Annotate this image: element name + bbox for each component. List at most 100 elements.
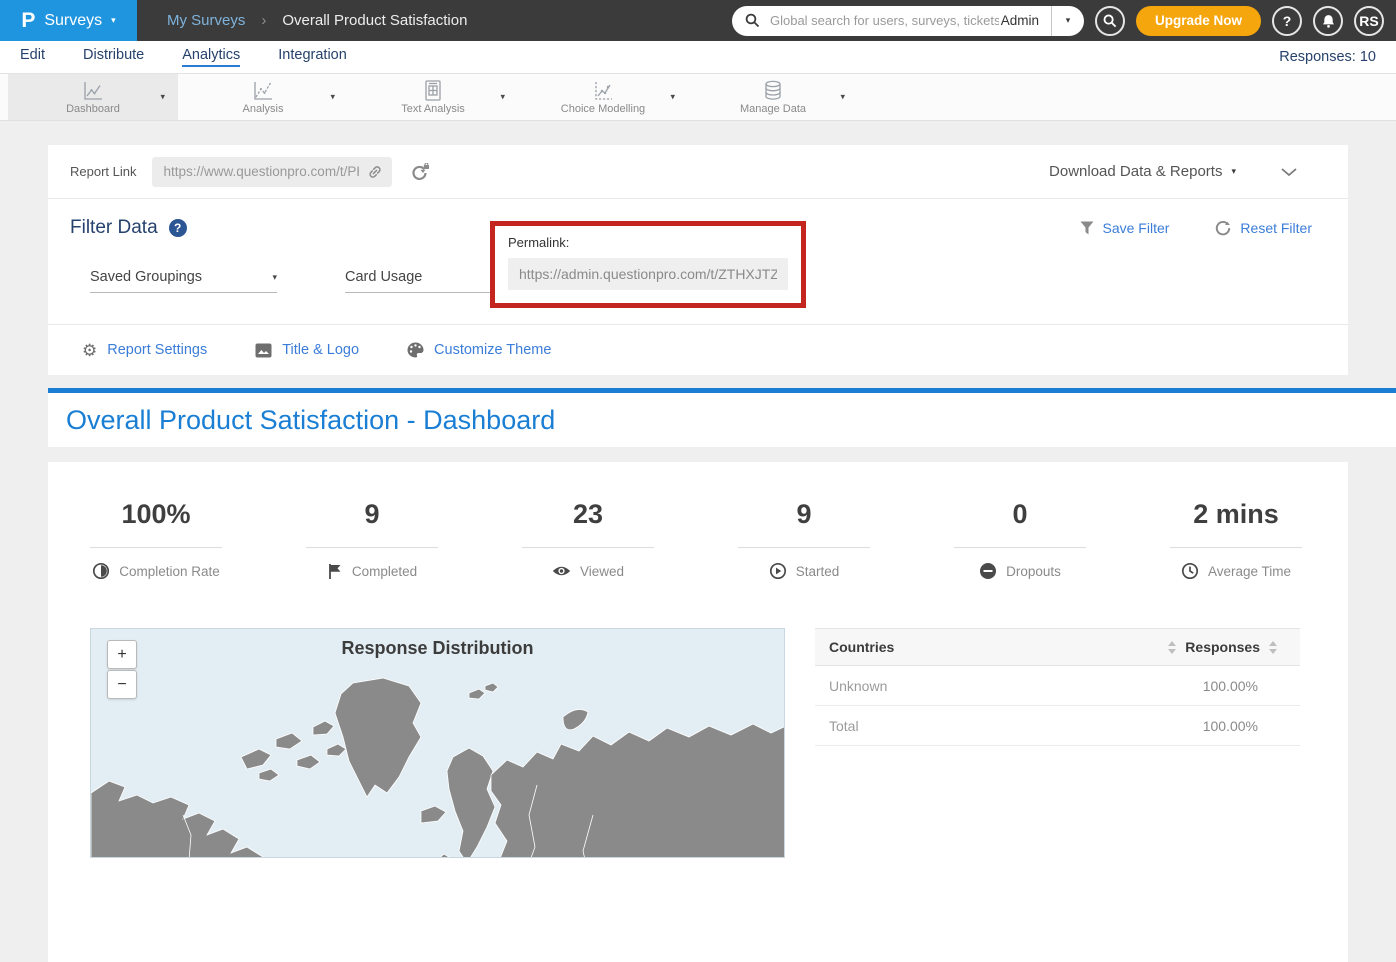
report-customize-row: ⚙ Report Settings Title & Logo Cust <box>48 325 1348 375</box>
map-zoom-out-button[interactable]: − <box>107 670 137 699</box>
questionpro-logo-icon: P <box>21 10 35 31</box>
breadcrumb-current-survey: Overall Product Satisfaction <box>282 12 467 29</box>
report-link-input[interactable] <box>161 163 361 180</box>
tab-dashboard[interactable]: Dashboard ▾ <box>8 74 178 120</box>
breadcrumb: My Surveys › Overall Product Satisfactio… <box>167 12 467 29</box>
tab-caret-icon[interactable]: ▾ <box>670 92 675 103</box>
user-avatar[interactable]: RS <box>1354 6 1384 36</box>
countries-column-header[interactable]: Countries <box>829 639 894 655</box>
report-link-row: Report Link <box>48 145 1348 199</box>
nav-item-integration[interactable]: Integration <box>278 47 347 67</box>
question-icon: ? <box>1283 13 1292 29</box>
tab-analysis[interactable]: Analysis ▾ <box>178 74 348 120</box>
stat-started: 9 Started <box>696 494 912 581</box>
tab-manage-data[interactable]: Manage Data ▾ <box>688 74 858 120</box>
flag-icon <box>327 563 343 580</box>
completion-rate-icon <box>92 562 110 580</box>
stat-completion-rate: 100% Completion Rate <box>48 494 264 581</box>
stat-value: 9 <box>364 494 379 534</box>
tab-choice-modelling[interactable]: Choice Modelling ▾ <box>518 74 688 120</box>
collapse-panel-button[interactable] <box>1280 167 1298 177</box>
dashboard-card: 100% Completion Rate 9 <box>48 462 1348 962</box>
tab-text-analysis[interactable]: Text Analysis ▾ <box>348 74 518 120</box>
reset-filter-button[interactable]: Reset Filter <box>1215 220 1312 236</box>
dashboard-title-band: Overall Product Satisfaction - Dashboard <box>48 393 1396 447</box>
document-grid-icon <box>423 80 443 102</box>
stat-completed: 9 Completed <box>264 494 480 581</box>
sort-countries-icon[interactable] <box>1168 641 1176 654</box>
eye-icon <box>552 564 571 578</box>
stat-divider <box>90 547 222 548</box>
notifications-button[interactable] <box>1313 6 1343 36</box>
global-search: Admin ▾ <box>732 6 1084 36</box>
download-data-reports-dropdown[interactable]: Download Data & Reports ▾ <box>1049 163 1236 180</box>
responses-count: Responses: 10 <box>1279 49 1376 65</box>
reset-filter-label: Reset Filter <box>1240 220 1312 236</box>
stat-value: 0 <box>1012 494 1027 534</box>
tab-caret-icon[interactable]: ▾ <box>840 92 845 103</box>
link-icon[interactable] <box>367 164 383 180</box>
world-map[interactable] <box>91 665 785 858</box>
app-logo[interactable]: P Surveys ▾ <box>0 0 137 41</box>
map-zoom-in-button[interactable]: + <box>107 640 137 669</box>
stat-divider <box>1170 547 1302 548</box>
stat-label: Started <box>796 564 840 579</box>
filter-help-icon[interactable]: ? <box>169 219 187 237</box>
tab-caret-icon[interactable]: ▾ <box>330 92 335 103</box>
help-button[interactable]: ? <box>1272 6 1302 36</box>
stat-value: 2 mins <box>1193 494 1279 534</box>
filter-actions: Save Filter Reset Filter <box>1080 220 1327 236</box>
filter-data-section: Filter Data ? Save Filter Res <box>48 199 1348 325</box>
product-caret-icon: ▾ <box>111 16 116 25</box>
table-row: Total 100.00% <box>815 706 1300 746</box>
nav-item-analytics[interactable]: Analytics <box>182 47 240 67</box>
analytics-toolbar: Dashboard ▾ Analysis ▾ Text Analysis ▾ <box>0 74 1396 121</box>
minus-circle-icon <box>979 562 997 580</box>
customize-theme-link[interactable]: Customize Theme <box>407 342 551 358</box>
tab-caret-icon[interactable]: ▾ <box>160 92 165 103</box>
response-distribution-map[interactable]: Response Distribution + − <box>90 628 785 858</box>
country-name: Unknown <box>829 678 887 694</box>
survey-nav: Edit Distribute Analytics Integration Re… <box>0 41 1396 74</box>
responses-column-header[interactable]: Responses <box>1185 639 1260 655</box>
permalink-input[interactable] <box>508 258 788 290</box>
title-logo-link[interactable]: Title & Logo <box>255 342 359 358</box>
save-filter-button[interactable]: Save Filter <box>1080 220 1170 236</box>
upgrade-now-button[interactable]: Upgrade Now <box>1136 6 1261 36</box>
advanced-search-button[interactable] <box>1095 6 1125 36</box>
map-zoom-controls: + − <box>107 640 137 699</box>
tab-label: Text Analysis <box>401 103 465 115</box>
global-search-input[interactable] <box>768 12 1001 29</box>
stat-divider <box>306 547 438 548</box>
tab-caret-icon[interactable]: ▾ <box>500 92 505 103</box>
table-row: Unknown 100.00% <box>815 666 1300 706</box>
stat-value: 100% <box>121 494 190 534</box>
nav-item-distribute[interactable]: Distribute <box>83 47 144 67</box>
stat-label: Viewed <box>580 564 624 579</box>
caret-down-icon: ▾ <box>272 272 277 283</box>
main-content: Report Link <box>0 121 1396 962</box>
stat-value: 9 <box>796 494 811 534</box>
secure-link-button[interactable] <box>410 163 430 181</box>
stat-viewed: 23 Viewed <box>480 494 696 581</box>
stat-label: Completion Rate <box>119 564 220 579</box>
title-logo-label: Title & Logo <box>282 342 359 358</box>
sort-responses-icon[interactable] <box>1269 641 1277 654</box>
tab-label: Manage Data <box>740 103 806 115</box>
report-settings-link[interactable]: ⚙ Report Settings <box>82 342 207 359</box>
summary-stats-row: 100% Completion Rate 9 <box>48 462 1348 581</box>
country-responses: 100.00% <box>1203 718 1258 734</box>
scatter-chart-icon <box>591 80 615 102</box>
search-scope-label[interactable]: Admin <box>1001 13 1051 28</box>
stat-average-time: 2 mins Average Time <box>1128 494 1344 581</box>
report-settings-label: Report Settings <box>107 342 207 358</box>
saved-groupings-dropdown[interactable]: Saved Groupings ▾ <box>90 269 277 293</box>
search-scope-dropdown[interactable]: ▾ <box>1052 15 1084 26</box>
stat-label: Completed <box>352 564 417 579</box>
database-icon <box>762 80 784 102</box>
page-title: Overall Product Satisfaction - Dashboard <box>66 405 555 436</box>
report-link-label: Report Link <box>70 164 136 179</box>
top-navbar: P Surveys ▾ My Surveys › Overall Product… <box>0 0 1396 41</box>
breadcrumb-my-surveys[interactable]: My Surveys <box>167 12 245 29</box>
nav-item-edit[interactable]: Edit <box>20 47 45 67</box>
